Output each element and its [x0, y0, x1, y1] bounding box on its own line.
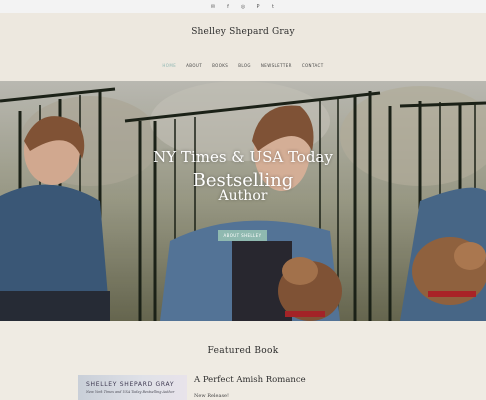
- book-title[interactable]: A Perfect Amish Romance: [194, 375, 306, 385]
- nav-item-books[interactable]: BOOKS: [212, 63, 228, 68]
- book-cover-tagline: New York Times and USA Today Bestselling…: [86, 390, 175, 394]
- facebook-icon[interactable]: f: [225, 4, 231, 10]
- site-header: [0, 13, 486, 81]
- book-subtitle: New Release!: [194, 393, 229, 399]
- nav-item-contact[interactable]: CONTACT: [302, 63, 324, 68]
- book-cover[interactable]: SHELLEY SHEPARD GRAY New York Times and …: [78, 375, 187, 400]
- twitter-icon[interactable]: t: [270, 4, 276, 10]
- email-icon[interactable]: ✉: [210, 4, 216, 10]
- about-shelley-button[interactable]: ABOUT SHELLEY: [218, 230, 267, 241]
- instagram-icon[interactable]: ◎: [240, 4, 246, 10]
- social-bar: ✉ f ◎ P t: [0, 0, 486, 13]
- nav-item-home[interactable]: HOME: [162, 63, 176, 68]
- nav-item-blog[interactable]: BLOG: [238, 63, 251, 68]
- pinterest-icon[interactable]: P: [255, 4, 261, 10]
- nav-item-newsletter[interactable]: NEWSLETTER: [261, 63, 292, 68]
- main-nav: HOME ABOUT BOOKS BLOG NEWSLETTER CONTACT: [0, 63, 486, 68]
- nav-item-about[interactable]: ABOUT: [186, 63, 202, 68]
- site-title[interactable]: Shelley Shepard Gray: [0, 27, 486, 37]
- book-cover-author: SHELLEY SHEPARD GRAY: [86, 381, 175, 388]
- hero-heading-line3: Author: [218, 188, 268, 204]
- featured-book-heading: Featured Book: [207, 346, 279, 356]
- hero-heading-line1: NY Times & USA Today: [153, 148, 333, 166]
